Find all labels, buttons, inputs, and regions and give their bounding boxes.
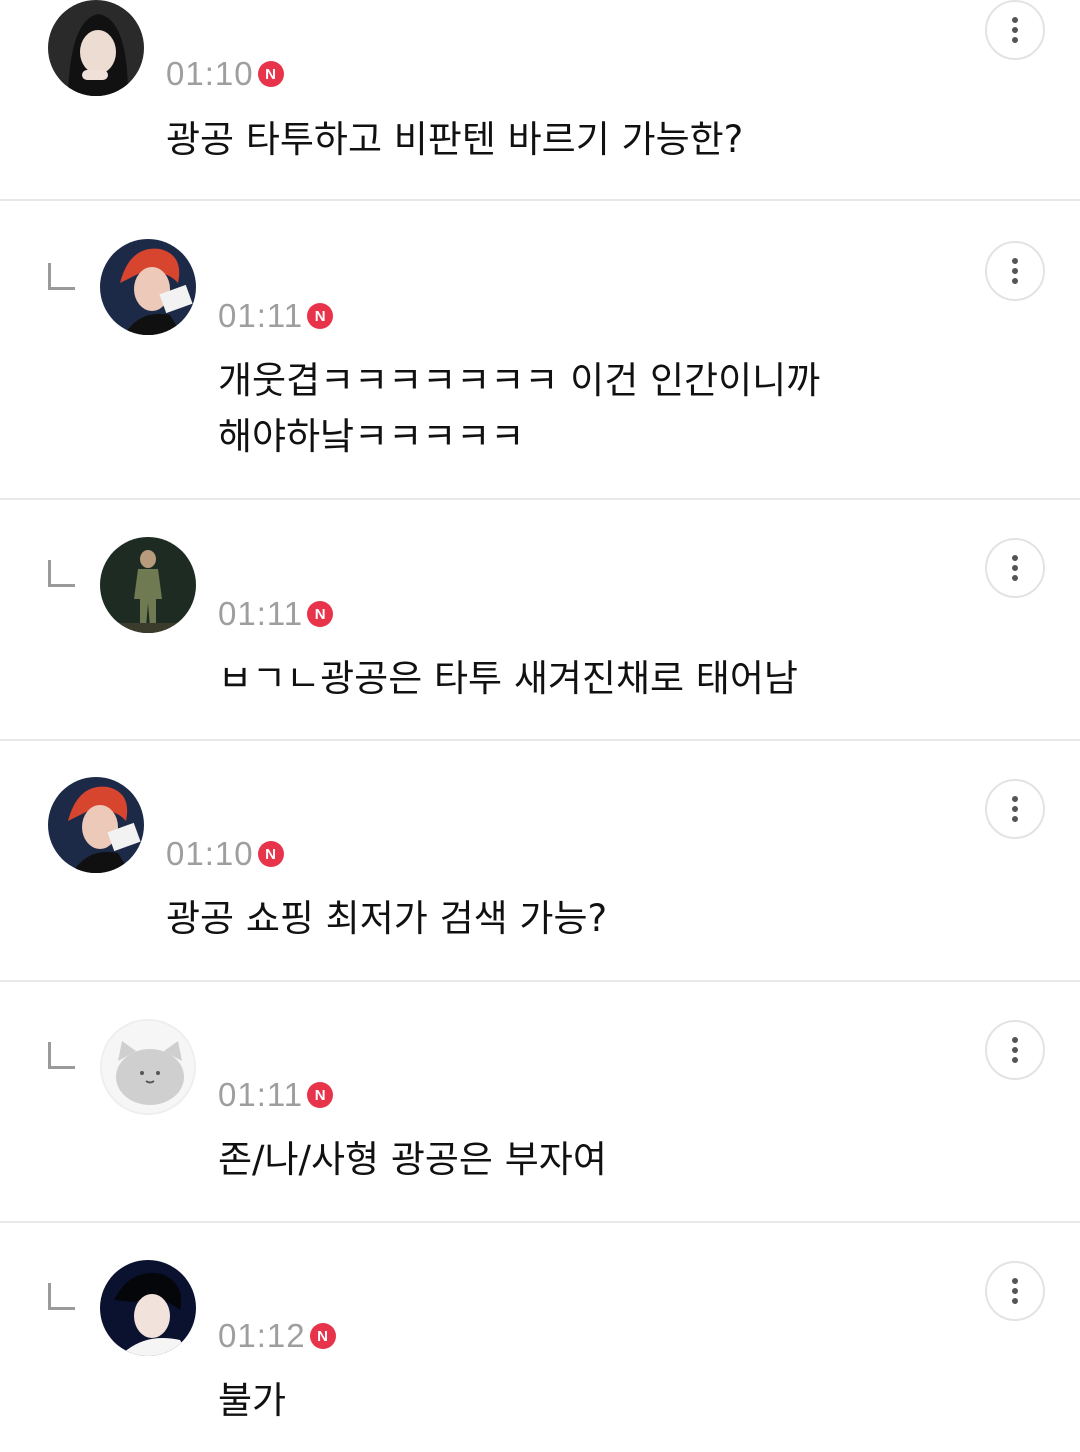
comment-item: 01:10 N 광공 타투하고 비판텐 바르기 가능한? bbox=[0, 0, 1080, 201]
reply-arrow-icon bbox=[48, 1283, 75, 1310]
more-options-icon[interactable] bbox=[985, 538, 1045, 598]
new-badge-icon: N bbox=[257, 61, 284, 87]
default-cat-avatar[interactable] bbox=[100, 1019, 196, 1115]
reply-item: 01:11 N 존/나/사형 광공은 부자여 bbox=[0, 982, 1080, 1223]
reply-arrow-icon bbox=[48, 560, 75, 587]
comment-text: 개웃겹ㅋㅋㅋㅋㅋㅋㅋ 이건 인간이니까 해야하낰ㅋㅋㅋㅋㅋ bbox=[218, 359, 821, 458]
user-avatar[interactable] bbox=[100, 1260, 196, 1356]
comment-text: 존/나/사형 광공은 부자여 bbox=[218, 1138, 607, 1181]
comment-text: 광공 타투하고 비판텐 바르기 가능한? bbox=[166, 118, 744, 161]
new-badge-icon: N bbox=[307, 303, 334, 329]
reply-arrow-icon bbox=[48, 1042, 75, 1069]
new-badge-icon: N bbox=[309, 1323, 336, 1349]
comment-meta: 01:10 N bbox=[166, 54, 284, 94]
comment-list: 01:10 N 광공 타투하고 비판텐 바르기 가능한? 01:11 N 개웃겹… bbox=[0, 0, 1080, 1452]
comment-text: ㅂㄱㄴ광공은 타투 새겨진채로 태어남 bbox=[218, 657, 798, 700]
user-avatar[interactable] bbox=[48, 0, 144, 96]
timestamp: 01:10 bbox=[166, 835, 254, 872]
new-badge-icon: N bbox=[307, 601, 334, 627]
new-badge-icon: N bbox=[257, 841, 284, 867]
reply-item: 01:11 N ㅂㄱㄴ광공은 타투 새겨진채로 태어남 bbox=[0, 500, 1080, 741]
timestamp: 01:12 bbox=[218, 1317, 306, 1354]
reply-item: 01:12 N 불가 bbox=[0, 1223, 1080, 1452]
new-badge-icon: N bbox=[307, 1082, 334, 1108]
timestamp: 01:11 bbox=[218, 595, 304, 632]
reply-arrow-icon bbox=[48, 263, 75, 290]
comment-meta: 01:11 N bbox=[218, 594, 334, 634]
more-options-icon[interactable] bbox=[985, 241, 1045, 301]
comment-meta: 01:10 N bbox=[166, 834, 284, 874]
comment-item: 01:10 N 광공 쇼핑 최저가 검색 가능? bbox=[0, 741, 1080, 982]
more-options-icon[interactable] bbox=[985, 1261, 1045, 1321]
user-avatar[interactable] bbox=[100, 537, 196, 633]
timestamp: 01:11 bbox=[218, 297, 304, 334]
more-options-icon[interactable] bbox=[985, 779, 1045, 839]
comment-text: 불가 bbox=[218, 1379, 287, 1422]
timestamp: 01:11 bbox=[218, 1076, 304, 1113]
comment-meta: 01:11 N bbox=[218, 296, 334, 336]
comment-meta: 01:11 N bbox=[218, 1075, 334, 1115]
comment-text: 광공 쇼핑 최저가 검색 가능? bbox=[166, 897, 608, 940]
timestamp: 01:10 bbox=[166, 55, 254, 92]
more-options-icon[interactable] bbox=[985, 1020, 1045, 1080]
comment-meta: 01:12 N bbox=[218, 1316, 336, 1356]
reply-item: 01:11 N 개웃겹ㅋㅋㅋㅋㅋㅋㅋ 이건 인간이니까 해야하낰ㅋㅋㅋㅋㅋ bbox=[0, 201, 1080, 500]
user-avatar[interactable] bbox=[48, 777, 144, 873]
more-options-icon[interactable] bbox=[985, 0, 1045, 60]
user-avatar[interactable] bbox=[100, 239, 196, 335]
